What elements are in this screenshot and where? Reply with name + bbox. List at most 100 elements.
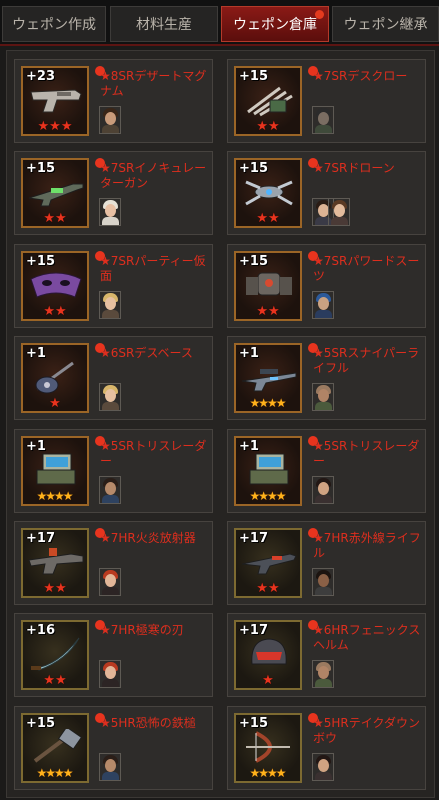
flamethrower-icon <box>27 544 85 580</box>
rifle-icon <box>27 174 85 210</box>
weapon-name: ★5SRスナイパーライフル <box>313 346 420 375</box>
weapon-name: ★5HRテイクダウンボウ <box>313 716 421 745</box>
tab-weapon-inherit[interactable]: ウェポン継承 <box>332 6 439 42</box>
weapon-card[interactable]: +15 ★★ ★7SRドローン <box>227 151 426 235</box>
star-icon: ★ <box>55 211 67 226</box>
star-icon: ★ <box>275 489 287 503</box>
weapon-thumbnail[interactable]: +15 ★★ <box>234 158 302 228</box>
owner-avatar[interactable] <box>312 660 334 688</box>
star-rating: ★★ <box>23 582 87 595</box>
owner-avatar[interactable] <box>99 660 121 688</box>
weapon-thumbnail[interactable]: +15 ★★ <box>21 158 89 228</box>
weapon-name: ★7SRイノキュレーターガン <box>100 161 207 190</box>
weapon-card[interactable]: +15 ★★★★ ★5HR恐怖の鉄槌 <box>14 706 213 790</box>
weapon-card[interactable]: +23 ★★★ ★8SRデザートマグナム <box>14 59 213 143</box>
bow-icon <box>240 729 298 765</box>
radar-icon <box>27 452 85 488</box>
weapon-card[interactable]: +15 ★★ ★7SRパーティー仮面 <box>14 244 213 328</box>
hammer-icon <box>27 726 85 765</box>
weapon-name: ★6SRデスベース <box>100 346 193 360</box>
weapon-card[interactable]: +1 ★ ★6SRデスベース <box>14 336 213 420</box>
weapon-thumbnail[interactable]: +17 ★★ <box>234 528 302 598</box>
weapon-thumbnail[interactable]: +17 ★★ <box>21 528 89 598</box>
weapon-card[interactable]: +1 ★★★★ ★5SRスナイパーライフル <box>227 336 426 420</box>
star-icon: ★ <box>256 304 268 319</box>
infrared-rifle-icon <box>240 544 298 580</box>
owner-avatar[interactable] <box>312 753 334 781</box>
owner-avatar[interactable] <box>99 476 121 504</box>
weapon-name: ★7SRパワードスーツ <box>313 254 420 283</box>
weapon-card[interactable]: +16 ★★ ★7HR極寒の刃 <box>14 613 213 697</box>
owner-avatar[interactable] <box>312 383 334 411</box>
weapon-name: ★5SRトリスレーダー <box>100 439 207 468</box>
owner-avatar[interactable] <box>312 568 334 596</box>
star-icon: ★ <box>275 766 287 780</box>
star-icon: ★ <box>268 211 280 226</box>
weapon-thumbnail[interactable]: +23 ★★★ <box>21 66 89 136</box>
star-icon: ★ <box>43 673 55 688</box>
weapon-thumbnail[interactable]: +15 ★★ <box>21 251 89 321</box>
weapon-name: ★7HR火炎放射器 <box>100 531 196 545</box>
owner-avatar[interactable] <box>312 291 334 319</box>
owner-avatar[interactable] <box>99 106 121 134</box>
owner-avatar[interactable] <box>99 753 121 781</box>
owner-avatar[interactable] <box>99 198 121 226</box>
owner-avatar[interactable] <box>99 568 121 596</box>
star-icon: ★ <box>37 119 50 134</box>
weapon-card[interactable]: +17 ★★ ★7HR火炎放射器 <box>14 521 213 605</box>
weapon-card[interactable]: +15 ★★★★ ★5HRテイクダウンボウ <box>227 706 426 790</box>
weapon-name: ★7SRパーティー仮面 <box>100 254 206 283</box>
radar-icon <box>240 452 298 488</box>
bass-guitar-icon <box>27 359 85 395</box>
weapon-thumbnail[interactable]: +15 ★★ <box>234 251 302 321</box>
weapon-thumbnail[interactable]: +1 ★★★★ <box>234 343 302 413</box>
star-rating: ★★ <box>236 120 300 133</box>
owner-avatar[interactable] <box>312 106 334 134</box>
star-icon: ★ <box>62 766 74 780</box>
star-icon: ★ <box>49 396 61 411</box>
weapon-name: ★7SRドローン <box>313 161 395 175</box>
weapon-thumbnail[interactable]: +15 ★★★★ <box>21 713 89 783</box>
star-rating: ★★ <box>23 305 87 318</box>
owner-avatar[interactable] <box>328 198 350 226</box>
star-icon: ★ <box>55 304 67 319</box>
weapon-thumbnail[interactable]: +1 ★★★★ <box>234 436 302 506</box>
weapon-card[interactable]: +1 ★★★★ ★5SRトリスレーダー <box>227 429 426 513</box>
notification-dot <box>315 10 324 19</box>
sniper-rifle-icon <box>240 359 298 395</box>
owner-avatar[interactable] <box>99 291 121 319</box>
tab-label: 材料生産 <box>136 17 192 33</box>
weapon-card[interactable]: +15 ★★ ★7SRパワードスーツ <box>227 244 426 328</box>
weapon-card[interactable]: +15 ★★ ★7SRイノキュレーターガン <box>14 151 213 235</box>
weapon-thumbnail[interactable]: +16 ★★ <box>21 620 89 690</box>
weapon-thumbnail[interactable]: +17 ★ <box>234 620 302 690</box>
star-rating: ★★★★ <box>23 767 87 780</box>
owner-avatar[interactable] <box>312 476 334 504</box>
weapon-thumbnail[interactable]: +15 ★★ <box>234 66 302 136</box>
star-icon: ★ <box>256 119 268 134</box>
blade-icon <box>27 636 85 672</box>
weapon-card[interactable]: +1 ★★★★ ★5SRトリスレーダー <box>14 429 213 513</box>
weapon-thumbnail[interactable]: +15 ★★★★ <box>234 713 302 783</box>
tab-material-production[interactable]: 材料生産 <box>110 6 218 42</box>
weapon-card[interactable]: +17 ★★ ★7HR赤外線ライフル <box>227 521 426 605</box>
tab-weapon-craft[interactable]: ウェポン作成 <box>2 6 106 42</box>
star-icon: ★ <box>256 211 268 226</box>
tab-bar: ウェポン作成 材料生産 ウェポン倉庫 ウェポン継承 <box>0 0 439 46</box>
mask-icon <box>27 267 85 303</box>
weapon-thumbnail[interactable]: +1 ★★★★ <box>21 436 89 506</box>
owner-avatar[interactable] <box>99 383 121 411</box>
tab-weapon-storage[interactable]: ウェポン倉庫 <box>221 6 329 42</box>
weapon-card[interactable]: +17 ★ ★6HRフェニックスヘルム <box>227 613 426 697</box>
star-rating: ★★ <box>23 212 87 225</box>
star-icon: ★ <box>256 581 268 596</box>
star-icon: ★ <box>268 304 280 319</box>
drone-icon <box>240 174 298 210</box>
weapon-thumbnail[interactable]: +1 ★ <box>21 343 89 413</box>
weapon-card[interactable]: +15 ★★ ★7SRデスクロー <box>227 59 426 143</box>
star-rating: ★★ <box>236 582 300 595</box>
star-rating: ★★ <box>236 305 300 318</box>
helmet-icon <box>240 636 298 672</box>
star-icon: ★ <box>268 581 280 596</box>
weapon-name: ★7HR赤外線ライフル <box>313 531 421 560</box>
